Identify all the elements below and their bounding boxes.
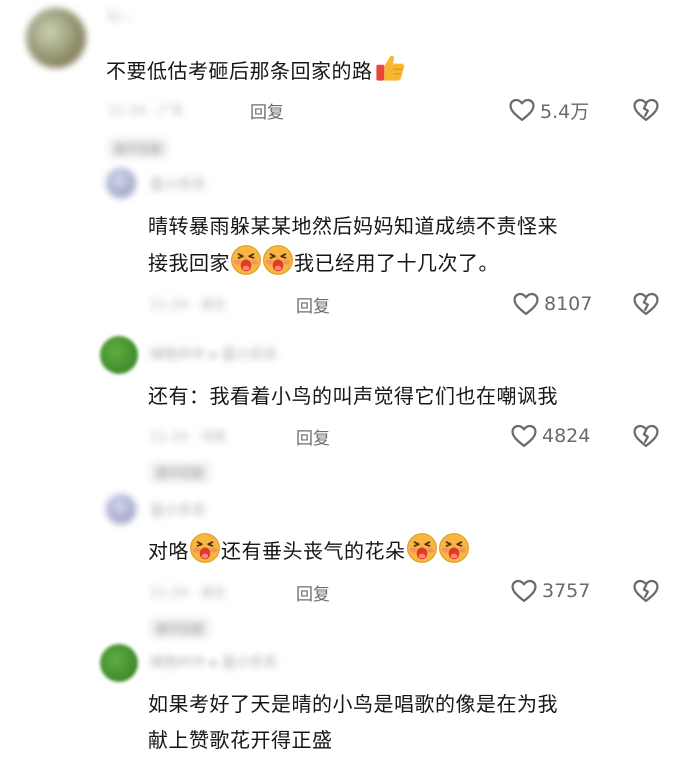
comment-text: 不要低估考砸后那条回家的路	[106, 50, 407, 89]
cute-face-emoji	[406, 532, 438, 564]
broken-heart-icon[interactable]	[632, 96, 660, 124]
heart-outline-icon	[510, 577, 538, 605]
broken-heart-icon[interactable]	[632, 577, 660, 605]
heart-outline-icon	[512, 290, 540, 318]
reply-button[interactable]: 回复	[296, 292, 330, 317]
avatar[interactable]	[100, 644, 138, 682]
comment-line: 接我回家 我已经用了十几次了。	[148, 244, 558, 281]
cute-face-emoji	[262, 244, 294, 276]
cute-face-emoji	[438, 532, 470, 564]
comment-line: 晴转暴雨躲某某地然后妈妈知道成绩不责怪来	[148, 214, 558, 238]
comment-fragment: 还有垂头丧气的花朵	[221, 539, 406, 563]
like-count: 3757	[542, 580, 591, 602]
thumbs-up-emoji	[373, 50, 407, 84]
username[interactable]: 蓝小乐乐	[150, 174, 206, 194]
like-button[interactable]: 4824	[510, 422, 590, 450]
like-count: 5.4万	[540, 100, 590, 123]
username[interactable]: 绿色叶叶 ▸ 蓝小乐乐	[150, 652, 278, 672]
broken-heart-icon[interactable]	[632, 290, 660, 318]
cute-face-emoji	[230, 244, 262, 276]
comment-body: 不要低估考砸后那条回家的路	[106, 59, 373, 83]
avatar[interactable]	[100, 336, 138, 374]
comment-meta: 11-24 · 广东	[108, 104, 185, 119]
comment-text: 对咯 还有垂头丧气的花朵	[148, 532, 470, 569]
like-count: 8107	[544, 293, 593, 315]
avatar[interactable]	[106, 168, 136, 198]
avatar[interactable]	[26, 8, 86, 68]
heart-outline-icon	[510, 422, 538, 450]
heart-outline-icon	[508, 96, 536, 124]
comment-line: 如果考好了天是晴的小鸟是唱歌的像是在为我	[148, 692, 558, 716]
reply-button[interactable]: 回复	[250, 98, 284, 123]
comment-text: 还有：我看着小鸟的叫声觉得它们也在嘲讽我	[148, 384, 558, 408]
avatar[interactable]	[106, 494, 136, 524]
like-button[interactable]: 3757	[510, 577, 590, 605]
username[interactable]: 蓝小乐乐	[150, 500, 206, 520]
comment-meta: 11-24 · 湖北	[150, 586, 227, 601]
comment-fragment: 对咯	[148, 539, 189, 563]
reply-button[interactable]: 回复	[296, 580, 330, 605]
username[interactable]: Li...	[108, 8, 133, 24]
comment-line: 献上赞歌花开得正盛	[148, 728, 333, 752]
comment-text: 晴转暴雨躲某某地然后妈妈知道成绩不责怪来 接我回家 我已经用了十几次了。	[148, 208, 558, 281]
expand-replies[interactable]: 展开回复	[108, 138, 169, 159]
expand-replies[interactable]: 展开回复	[150, 462, 211, 483]
username[interactable]: 绿色叶叶 ▸ 蓝小乐乐	[150, 344, 278, 364]
expand-replies[interactable]: 展开回复	[150, 618, 211, 639]
comment-meta: 11-24 · 河南	[150, 430, 227, 445]
reply-button[interactable]: 回复	[296, 424, 330, 449]
comment-fragment: 我已经用了十几次了。	[294, 251, 499, 275]
comment-fragment: 接我回家	[148, 251, 230, 275]
broken-heart-icon[interactable]	[632, 422, 660, 450]
like-count: 4824	[542, 425, 591, 447]
like-button[interactable]: 5.4万	[508, 96, 589, 124]
like-button[interactable]: 8107	[512, 290, 592, 318]
comment-meta: 11-24 · 湖北	[150, 298, 227, 313]
cute-face-emoji	[189, 532, 221, 564]
comment-text: 如果考好了天是晴的小鸟是唱歌的像是在为我 献上赞歌花开得正盛	[148, 686, 558, 758]
